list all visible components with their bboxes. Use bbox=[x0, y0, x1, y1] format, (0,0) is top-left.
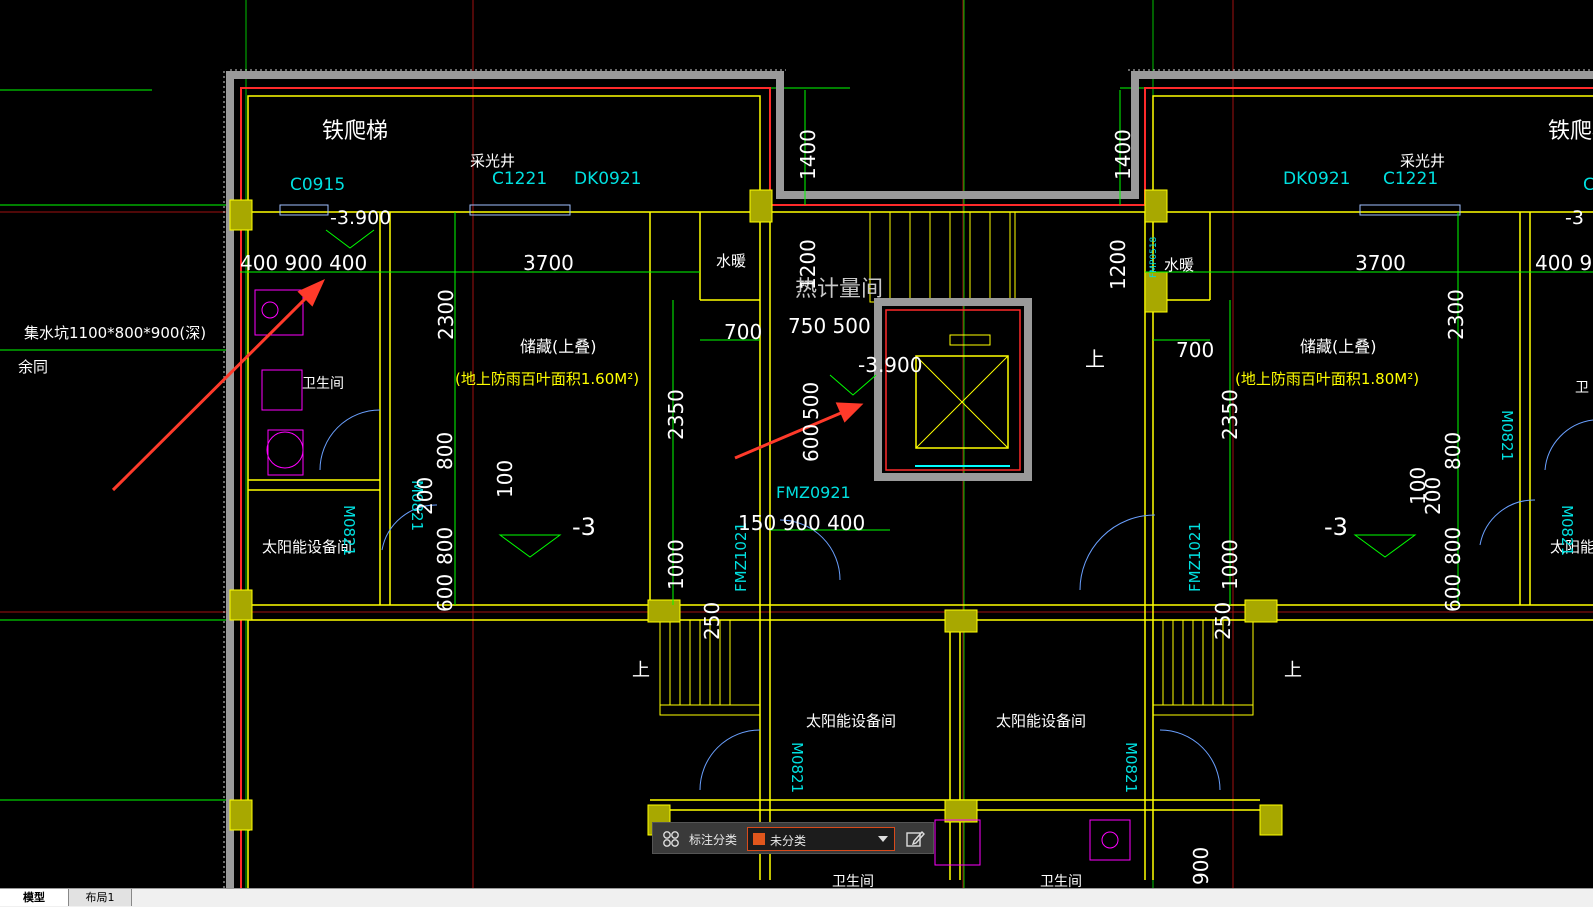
dim-1000-a: 1000 bbox=[664, 539, 688, 590]
tab-layout1[interactable]: 布局1 bbox=[68, 889, 132, 906]
dim-level-top-right: -3 bbox=[1565, 207, 1584, 229]
dim-250-a: 250 bbox=[700, 602, 724, 640]
dim-level-right-room: -3 bbox=[1324, 513, 1348, 541]
label-bottom-2: 卫生间 bbox=[1040, 874, 1082, 888]
dim-700-b: 700 bbox=[1176, 338, 1214, 362]
label-solar-room-mid2: 太阳能设备间 bbox=[996, 712, 1086, 730]
dim-600: 600 bbox=[799, 424, 823, 462]
dim-200-a: 200 bbox=[413, 477, 437, 515]
dim-2350-left: 2350 bbox=[664, 389, 688, 440]
tag-m0821-f: M0821 bbox=[1122, 742, 1140, 793]
annotation-grid-icon[interactable] bbox=[662, 830, 680, 848]
label-storage-right: 储藏(上叠) bbox=[1300, 337, 1377, 356]
dim-1000-b: 1000 bbox=[1218, 539, 1242, 590]
label-bottom-1: 卫生间 bbox=[832, 874, 874, 888]
label-solar-room-mid1: 太阳能设备间 bbox=[806, 712, 896, 730]
label-ladder-right: 铁爬梯 bbox=[1548, 119, 1593, 144]
cad-drawing-canvas[interactable]: 铁爬梯 铁爬梯 采光井 采光井 水暖 水暖 热计量间 储藏(上叠) 储藏(上叠)… bbox=[0, 0, 1593, 888]
label-bathroom-left: 卫生间 bbox=[302, 376, 344, 392]
label-water-heat-left: 水暖 bbox=[716, 252, 746, 270]
dim-900-bottom: 900 bbox=[1189, 847, 1213, 885]
layout-tab-bar: 模型 布局1 bbox=[0, 888, 1593, 907]
dim-600-b: 600 bbox=[1441, 574, 1465, 612]
label-solar-room-left: 太阳能设备间 bbox=[262, 538, 352, 556]
label-up-mark-3: 上 bbox=[1284, 660, 1302, 681]
dim-500: 500 bbox=[799, 382, 823, 420]
dim-3700-left: 3700 bbox=[523, 251, 574, 275]
dim-1200-b: 1200 bbox=[1106, 239, 1130, 290]
tag-m0821-b: M0821 bbox=[340, 505, 358, 556]
dim-1200-a: 1200 bbox=[796, 239, 820, 290]
tag-dk0921-right: DK0921 bbox=[1283, 169, 1351, 189]
tag-fmz0921: FMZ0921 bbox=[776, 483, 851, 502]
tag-fmz1021-right: FMZ1021 bbox=[1186, 522, 1204, 592]
tab-model[interactable]: 模型 bbox=[0, 889, 68, 906]
tag-c1221-right: C1221 bbox=[1383, 169, 1438, 189]
label-up-mark-2: 上 bbox=[632, 660, 650, 681]
dim-level-center: -3.900 bbox=[858, 353, 922, 377]
category-color-swatch bbox=[753, 833, 765, 845]
dim-100-a: 100 bbox=[493, 460, 517, 498]
annotation-category-select[interactable]: 未分类 bbox=[747, 827, 895, 851]
label-sump-note: 集水坑1100*800*900(深) bbox=[24, 324, 206, 342]
tag-fmp-small: FMP0518 bbox=[1149, 236, 1159, 278]
label-sump-note2: 余同 bbox=[18, 358, 48, 376]
dim-800-b: 800 bbox=[433, 527, 457, 565]
dim-1400-b: 1400 bbox=[1111, 129, 1135, 180]
dim-700-a: 700 bbox=[724, 320, 762, 344]
dim-750-500: 750 500 bbox=[788, 314, 871, 338]
tag-c1221-left: C1221 bbox=[492, 169, 547, 189]
dim-2300-right: 2300 bbox=[1444, 289, 1468, 340]
annotation-category-value: 未分类 bbox=[770, 834, 807, 848]
label-lightwell-right: 采光井 bbox=[1400, 152, 1445, 170]
dim-800-d: 800 bbox=[1441, 527, 1465, 565]
label-water-heat-right: 水暖 bbox=[1164, 256, 1194, 274]
tag-dk0921-left: DK0921 bbox=[574, 169, 642, 189]
label-lightwell-left: 采光井 bbox=[470, 152, 515, 170]
label-louver-area-left: (地上防雨百叶面积1.60M²) bbox=[455, 370, 639, 388]
tag-c0915: C0915 bbox=[290, 175, 345, 195]
tag-m0821-e: M0821 bbox=[788, 742, 806, 793]
tag-m0821-d: M0821 bbox=[1558, 505, 1576, 556]
dim-2350-right: 2350 bbox=[1218, 389, 1242, 440]
dim-800-c: 800 bbox=[1441, 432, 1465, 470]
dim-level-left-room: -3 bbox=[572, 513, 596, 541]
dim-400-right: 400 9 bbox=[1535, 251, 1592, 275]
dim-100-b: 100 bbox=[1406, 467, 1430, 505]
dim-250-b: 250 bbox=[1211, 602, 1235, 640]
label-bathroom-right: 卫 bbox=[1575, 380, 1589, 396]
dim-2300-left: 2300 bbox=[434, 289, 458, 340]
label-louver-area-right: (地上防雨百叶面积1.80M²) bbox=[1235, 370, 1419, 388]
dim-800-a: 800 bbox=[433, 432, 457, 470]
dim-600-a: 600 bbox=[433, 574, 457, 612]
dim-level-top-left: -3.900 bbox=[330, 207, 391, 229]
label-up-mark-1: 上 bbox=[1085, 347, 1105, 371]
edit-icon[interactable] bbox=[905, 829, 925, 849]
tag-m0821-c: M0821 bbox=[1498, 410, 1516, 461]
dim-1400-a: 1400 bbox=[796, 129, 820, 180]
dropdown-arrow-icon[interactable] bbox=[878, 836, 888, 842]
dim-3700-right: 3700 bbox=[1355, 251, 1406, 275]
annotation-category-label: 标注分类 bbox=[689, 833, 738, 847]
annotation-category-bar: 标注分类 未分类 bbox=[652, 822, 934, 854]
tag-c-right-edge: C bbox=[1583, 175, 1593, 195]
label-storage-left: 储藏(上叠) bbox=[520, 337, 597, 356]
label-ladder-left: 铁爬梯 bbox=[322, 119, 388, 144]
dim-150-900-400: 150 900 400 bbox=[738, 511, 865, 535]
dim-400-900-400: 400 900 400 bbox=[240, 251, 367, 275]
